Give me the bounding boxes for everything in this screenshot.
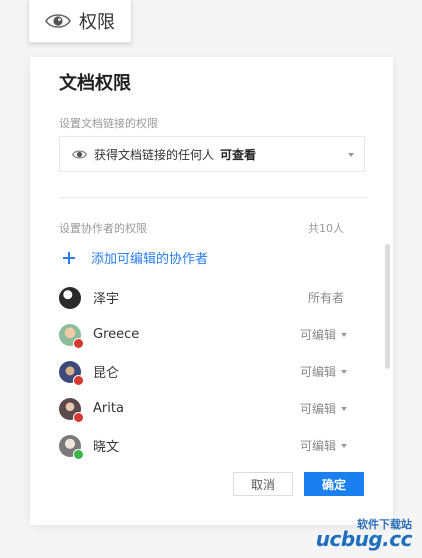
permission-button-label: 权限: [79, 12, 115, 33]
collaborator-role-label: 可编辑: [299, 365, 336, 379]
link-permission-select[interactable]: 获得文档链接的任何人 可查看: [59, 136, 365, 172]
scrollbar[interactable]: [385, 244, 390, 369]
collaborator-permission-label: 设置协作者的权限: [59, 222, 147, 235]
collaborator-role-label: 可编辑: [299, 328, 336, 342]
add-collaborator-label: 添加可编辑的协作者: [91, 252, 209, 267]
collaborator-role-dropdown[interactable]: 可编辑: [300, 437, 347, 454]
chevron-down-icon: [341, 443, 347, 448]
collaborator-role-label: 可编辑: [299, 402, 336, 416]
chevron-down-icon: [341, 369, 347, 374]
avatar: [59, 286, 81, 309]
collaborator-name: 晓文: [93, 440, 120, 455]
watermark-text: ucbug.cc: [315, 527, 413, 551]
divider: [59, 197, 366, 198]
list-item: 昆仑 可编辑: [59, 353, 365, 390]
collaborator-count: 共10人: [308, 222, 344, 235]
collaborator-list: 泽宇 所有者 Greece 可编辑 昆仑 可编辑 Arita 可编辑 晓文 可编…: [59, 279, 365, 464]
avatar: [59, 323, 84, 349]
collaborator-role-dropdown[interactable]: 可编辑: [300, 363, 347, 380]
avatar: [59, 360, 84, 386]
link-permission-label: 设置文档链接的权限: [59, 117, 158, 130]
confirm-button[interactable]: 确定: [304, 472, 364, 496]
link-permission-value: 获得文档链接的任何人: [94, 147, 215, 162]
chevron-down-icon: [341, 332, 347, 337]
collaborator-role-label: 可编辑: [299, 439, 336, 453]
list-item: 晓文 可编辑: [59, 427, 365, 464]
collaborator-role-dropdown[interactable]: 可编辑: [300, 326, 347, 343]
avatar: [59, 434, 84, 460]
document-permission-dialog: 文档权限 设置文档链接的权限 获得文档链接的任何人 可查看 设置协作者的权限 共…: [30, 57, 393, 525]
list-item: Arita 可编辑: [59, 390, 365, 427]
dialog-title: 文档权限: [59, 73, 131, 94]
qq-badge-icon: [73, 374, 84, 386]
chevron-down-icon: [341, 406, 347, 411]
collaborator-role: 所有者: [308, 289, 344, 306]
list-item: 泽宇 所有者: [59, 279, 365, 316]
watermark-logo: 软件下载站 ucbug.cc: [298, 516, 418, 556]
collaborator-name: 泽宇: [93, 292, 120, 307]
qq-badge-icon: [73, 411, 84, 423]
plus-icon: [63, 251, 75, 264]
link-permission-level: 可查看: [220, 147, 257, 162]
permission-button[interactable]: 权限: [28, 0, 132, 43]
list-item: Greece 可编辑: [59, 316, 365, 353]
collaborator-name: Arita: [93, 401, 124, 416]
wechat-badge-icon: [73, 448, 84, 460]
eye-icon: [45, 14, 71, 28]
chevron-down-icon: [348, 153, 354, 157]
eye-icon: [72, 149, 87, 159]
add-collaborator-button[interactable]: 添加可编辑的协作者: [63, 248, 208, 267]
collaborator-role-label: 所有者: [307, 291, 344, 305]
collaborator-role-dropdown[interactable]: 可编辑: [300, 400, 347, 417]
avatar: [59, 397, 84, 423]
collaborator-name: Greece: [93, 327, 140, 342]
cancel-button[interactable]: 取消: [233, 472, 293, 496]
qq-badge-icon: [73, 337, 84, 349]
collaborator-name: 昆仑: [93, 366, 120, 381]
scrollbar-thumb[interactable]: [385, 244, 390, 369]
